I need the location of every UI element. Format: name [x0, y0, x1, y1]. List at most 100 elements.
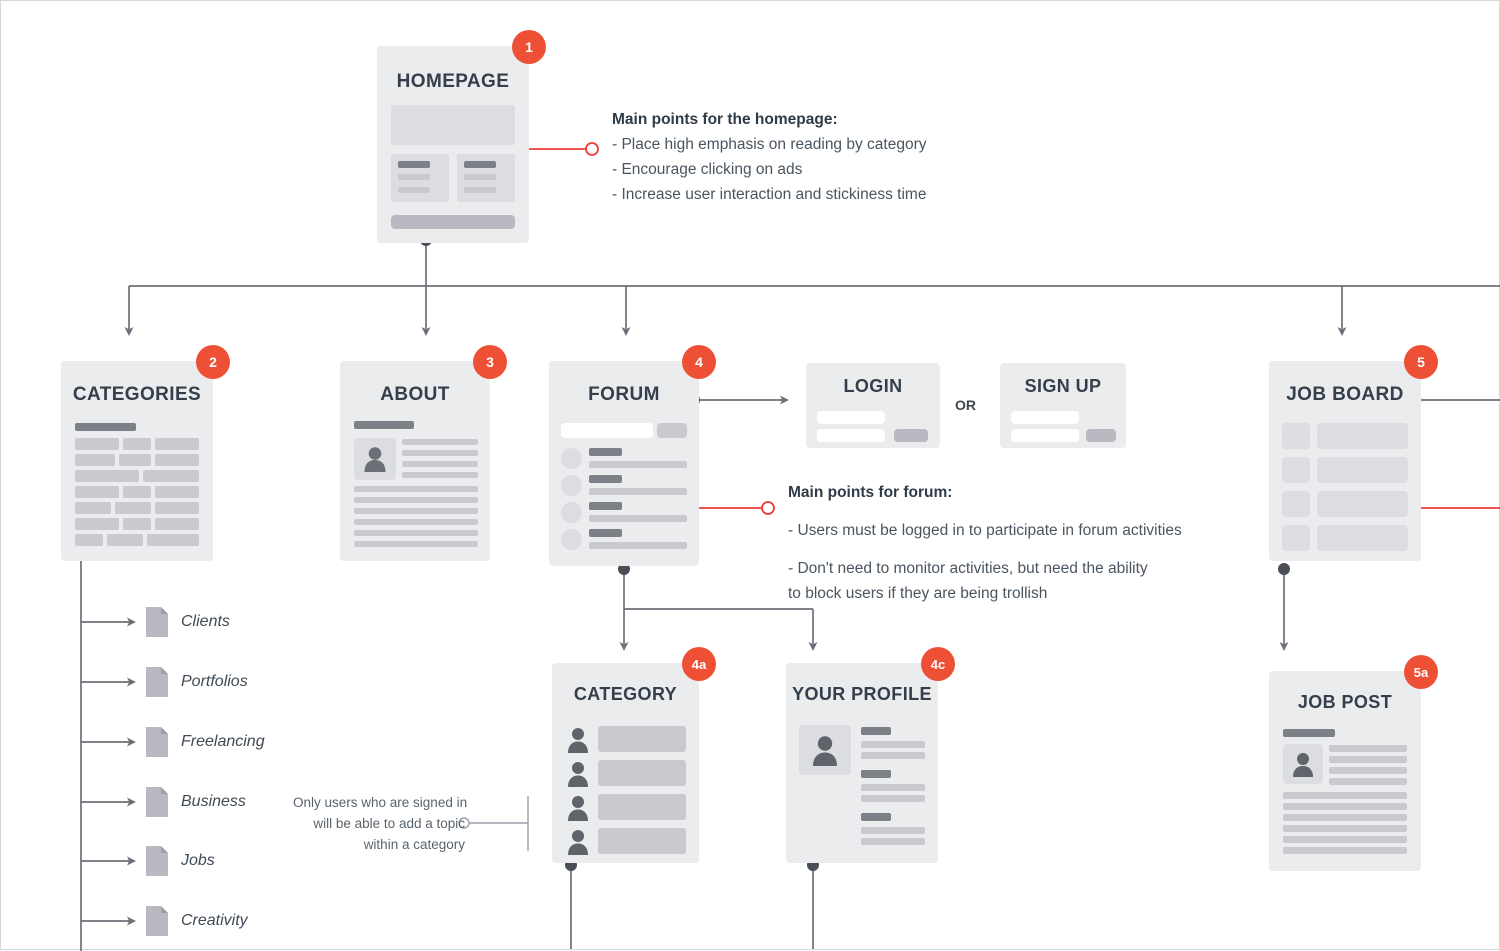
panel-right-heading — [464, 161, 496, 168]
forum-thread-line — [589, 515, 687, 522]
category-file-item[interactable]: Jobs — [146, 846, 215, 876]
cat-pill — [155, 438, 199, 450]
signup-submit-button[interactable] — [1086, 429, 1116, 442]
node-signup[interactable]: SIGN UP — [1000, 363, 1126, 448]
jobboard-row — [1317, 525, 1408, 551]
profile-line — [861, 741, 925, 748]
profile-heading — [861, 813, 891, 821]
signup-password-field[interactable] — [1011, 429, 1079, 442]
category-file-item[interactable]: Business — [146, 787, 246, 817]
cat-pill — [155, 454, 199, 466]
badge-jobpost: 5a — [1404, 655, 1438, 689]
callout-forum-line-3: to block users if they are being trollis… — [788, 585, 1048, 603]
cat-pill — [75, 502, 111, 514]
jobpost-line — [1283, 825, 1407, 832]
about-line — [402, 439, 478, 445]
profile-line — [861, 784, 925, 791]
login-username-field[interactable] — [817, 411, 885, 424]
category-file-item[interactable]: Freelancing — [146, 727, 265, 757]
signup-title: SIGN UP — [1024, 376, 1102, 396]
cat-pill — [155, 518, 199, 530]
person-icon — [568, 728, 588, 753]
badge-about: 3 — [473, 345, 507, 379]
cat-pill — [75, 470, 139, 482]
forum-avatar — [561, 448, 582, 469]
forum-thread-line — [589, 461, 687, 468]
jobpost-title: JOB POST — [1297, 692, 1393, 712]
badge-category: 4a — [682, 647, 716, 681]
person-icon — [568, 762, 588, 787]
sitemap-diagram: HOMEPAGE 1 Main points for the homepage:… — [0, 0, 1500, 951]
category-file-item[interactable]: Clients — [146, 607, 230, 637]
jobboard-row — [1317, 423, 1408, 449]
person-icon — [568, 830, 588, 855]
category-file-item[interactable]: Portfolios — [146, 667, 248, 697]
category-topic-bubble — [598, 828, 686, 854]
categories-title: CATEGORIES — [72, 384, 202, 405]
about-line — [402, 461, 478, 467]
about-line — [354, 530, 478, 536]
callout-forum-line-2: - Don't need to monitor activities, but … — [788, 560, 1148, 578]
profile-heading — [861, 770, 891, 778]
footer-bar — [391, 215, 515, 229]
category-file-label: Portfolios — [181, 673, 248, 690]
profile-title: YOUR PROFILE — [792, 684, 932, 704]
callout-homepage-line-1: - Place high emphasis on reading by cate… — [612, 136, 927, 154]
callout-homepage: Main points for the homepage: - Place hi… — [612, 107, 927, 207]
callout-forum: Main points for forum: - Users must be l… — [788, 480, 1182, 606]
or-label: OR — [955, 397, 976, 413]
login-title: LOGIN — [843, 376, 903, 396]
node-forum[interactable]: FORUM 4 — [549, 345, 716, 566]
about-line — [354, 508, 478, 514]
cat-pill — [155, 486, 199, 498]
category-title: CATEGORY — [573, 684, 678, 704]
panel-left-heading — [398, 161, 430, 168]
person-icon — [364, 447, 386, 472]
jobpost-line — [1283, 814, 1407, 821]
forum-thread-title — [589, 529, 622, 537]
node-homepage[interactable]: HOMEPAGE 1 — [377, 30, 546, 243]
profile-line — [861, 795, 925, 802]
forum-search-input[interactable] — [561, 423, 653, 438]
node-jobpost[interactable]: JOB POST 5a — [1269, 655, 1438, 871]
jobboard-thumb — [1282, 491, 1310, 517]
about-line — [354, 497, 478, 503]
panel-left-line-2 — [398, 187, 430, 193]
category-topic-bubble — [598, 726, 686, 752]
forum-thread-title — [589, 475, 622, 483]
category-file-label: Business — [181, 793, 246, 810]
forum-thread-line — [589, 542, 687, 549]
cat-pill — [147, 534, 199, 546]
cat-pill — [115, 502, 151, 514]
jobpost-line — [1283, 792, 1407, 799]
about-line — [402, 450, 478, 456]
jobpost-line — [1283, 847, 1407, 854]
file-icon — [146, 667, 168, 697]
forum-search-button[interactable] — [657, 423, 687, 438]
panel-right-line-1 — [464, 174, 496, 180]
node-jobboard[interactable]: JOB BOARD 5 — [1269, 345, 1438, 561]
category-file-label: Creativity — [181, 912, 248, 929]
node-about[interactable]: ABOUT 3 — [340, 345, 507, 561]
signup-email-field[interactable] — [1011, 411, 1079, 424]
login-password-field[interactable] — [817, 429, 885, 442]
profile-line — [861, 752, 925, 759]
about-line — [354, 541, 478, 547]
callout-forum-line-1: - Users must be logged in to participate… — [788, 522, 1182, 540]
node-profile[interactable]: YOUR PROFILE 4c — [786, 647, 955, 863]
category-file-item[interactable]: Creativity — [146, 906, 248, 936]
callout-homepage-line-2: - Encourage clicking on ads — [612, 161, 803, 179]
category-file-label: Clients — [181, 613, 230, 630]
node-categories[interactable]: CATEGORIES 2 — [61, 345, 230, 561]
callout-category: Only users who are signed in will be abl… — [293, 793, 467, 856]
cat-pill — [75, 438, 119, 450]
node-category[interactable]: CATEGORY 4a — [552, 647, 716, 863]
node-login[interactable]: LOGIN — [806, 363, 940, 448]
login-submit-button[interactable] — [894, 429, 928, 442]
person-icon — [1293, 753, 1313, 777]
about-heading — [354, 421, 414, 429]
jobpost-line — [1283, 803, 1407, 810]
homepage-title: HOMEPAGE — [396, 71, 510, 92]
cat-pill — [123, 486, 151, 498]
about-line — [402, 472, 478, 478]
